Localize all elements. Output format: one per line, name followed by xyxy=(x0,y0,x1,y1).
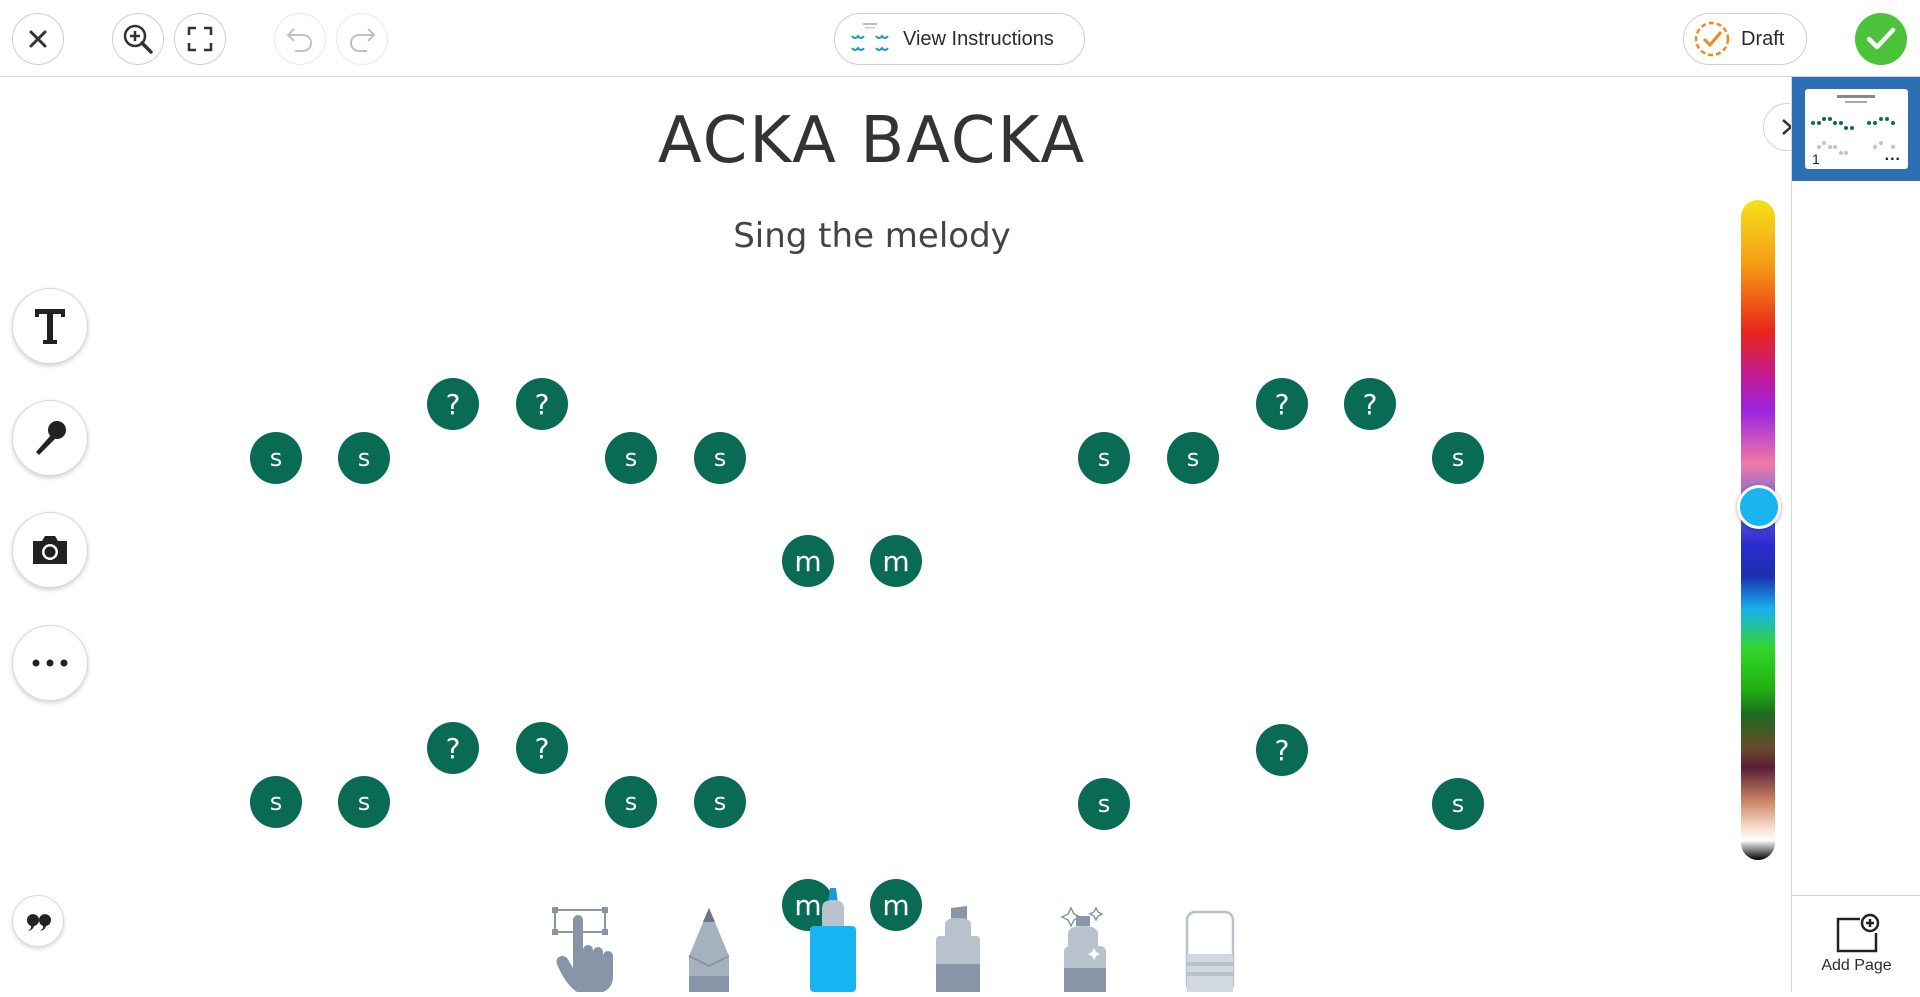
note-unknown: ? xyxy=(427,378,479,430)
done-button[interactable] xyxy=(1855,13,1907,65)
fullscreen-icon xyxy=(187,26,213,52)
highlighter-icon xyxy=(933,906,983,992)
camera-tool-button[interactable] xyxy=(12,512,88,588)
note-unknown: ? xyxy=(1344,378,1396,430)
undo-button[interactable] xyxy=(274,13,326,65)
add-page-label: Add Page xyxy=(1821,957,1891,975)
top-toolbar: View Instructions Draft xyxy=(0,0,1920,77)
hand-select-icon xyxy=(551,906,619,992)
page-title: ACKA BACKA xyxy=(0,104,1744,178)
note-s: s xyxy=(694,776,746,828)
note-m: m xyxy=(870,535,922,587)
highlighter-tool[interactable] xyxy=(933,906,983,992)
pages-panel: 1 ... Add Page xyxy=(1791,77,1920,992)
note-s: s xyxy=(1078,432,1130,484)
pencil-icon xyxy=(685,906,733,992)
fullscreen-button[interactable] xyxy=(174,13,226,65)
note-m: m xyxy=(782,535,834,587)
marker-tool[interactable] xyxy=(808,886,858,992)
page-thumbnail-selected[interactable]: 1 ... xyxy=(1792,77,1920,181)
note-s: s xyxy=(338,776,390,828)
page-subtitle: Sing the melody xyxy=(0,216,1744,256)
text-icon xyxy=(32,306,68,346)
note-s: s xyxy=(250,432,302,484)
note-m: m xyxy=(870,879,922,931)
camera-icon xyxy=(30,533,70,567)
close-icon xyxy=(27,28,49,50)
view-instructions-label: View Instructions xyxy=(903,28,1054,51)
microphone-tool-button[interactable] xyxy=(12,400,88,476)
note-s: s xyxy=(1167,432,1219,484)
note-unknown: ? xyxy=(516,378,568,430)
note-s: s xyxy=(338,432,390,484)
select-tool[interactable] xyxy=(551,906,619,992)
note-s: s xyxy=(1432,778,1484,830)
page-menu-button[interactable]: ... xyxy=(1885,147,1901,165)
eraser-icon xyxy=(1185,910,1235,992)
redo-button[interactable] xyxy=(336,13,388,65)
marker-icon xyxy=(808,886,858,992)
spray-icon xyxy=(1058,906,1112,992)
zoom-in-icon xyxy=(121,22,155,56)
draft-status-button[interactable]: Draft xyxy=(1683,13,1807,65)
note-s: s xyxy=(1078,778,1130,830)
note-s: s xyxy=(694,432,746,484)
pencil-tool[interactable] xyxy=(685,906,733,992)
color-slider[interactable] xyxy=(1741,200,1775,860)
view-instructions-button[interactable]: View Instructions xyxy=(834,13,1085,65)
note-unknown: ? xyxy=(516,722,568,774)
note-unknown: ? xyxy=(1256,378,1308,430)
note-s: s xyxy=(605,776,657,828)
comment-button[interactable] xyxy=(12,895,64,947)
note-s: s xyxy=(605,432,657,484)
undo-icon xyxy=(285,25,315,53)
draft-progress-icon xyxy=(1693,20,1731,58)
color-slider-handle[interactable] xyxy=(1737,485,1781,529)
add-page-button[interactable]: Add Page xyxy=(1792,895,1920,992)
page-number: 1 xyxy=(1812,151,1820,167)
note-unknown: ? xyxy=(1256,724,1308,776)
note-unknown: ? xyxy=(427,722,479,774)
page-thumbnail[interactable]: 1 ... xyxy=(1805,89,1908,169)
zoom-in-button[interactable] xyxy=(112,13,164,65)
eraser-tool[interactable] xyxy=(1185,910,1235,992)
note-s: s xyxy=(250,776,302,828)
microphone-icon xyxy=(30,418,70,458)
note-s: s xyxy=(1432,432,1484,484)
check-icon xyxy=(1865,25,1897,53)
more-tools-button[interactable] xyxy=(12,625,88,701)
text-tool-button[interactable] xyxy=(12,288,88,364)
more-icon xyxy=(30,658,70,668)
add-page-icon xyxy=(1834,913,1880,953)
spray-tool[interactable] xyxy=(1058,906,1112,992)
instructions-thumbnail-icon xyxy=(849,20,891,58)
redo-icon xyxy=(347,25,377,53)
draft-label: Draft xyxy=(1741,28,1784,51)
close-button[interactable] xyxy=(12,13,64,65)
quote-icon xyxy=(25,910,51,932)
